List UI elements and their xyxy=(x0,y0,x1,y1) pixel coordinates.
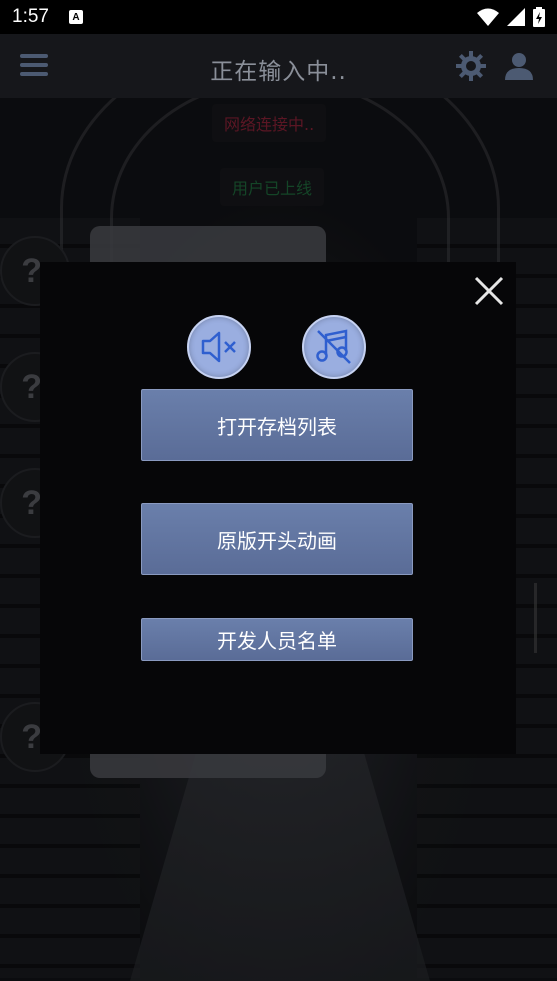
developer-credits-button[interactable]: 开发人员名单 xyxy=(141,618,413,661)
signal-icon xyxy=(507,8,525,26)
open-archive-list-button[interactable]: 打开存档列表 xyxy=(141,389,413,461)
user-icon[interactable] xyxy=(503,50,535,82)
battery-charging-icon xyxy=(533,7,545,27)
volume-mute-icon xyxy=(201,331,236,363)
status-time: 1:57 xyxy=(12,6,49,27)
music-off-button[interactable] xyxy=(302,315,366,379)
wifi-icon xyxy=(477,8,499,26)
gear-icon[interactable] xyxy=(455,50,487,82)
original-opening-animation-button[interactable]: 原版开头动画 xyxy=(141,503,413,575)
notification-a-icon: A xyxy=(68,10,83,24)
music-off-icon xyxy=(316,329,351,364)
close-icon[interactable] xyxy=(472,274,506,308)
status-bar: 1:57 A xyxy=(0,0,557,34)
mute-sound-button[interactable] xyxy=(187,315,251,379)
app-bar: 正在输入中.. xyxy=(0,34,557,98)
status-icons xyxy=(477,7,545,27)
